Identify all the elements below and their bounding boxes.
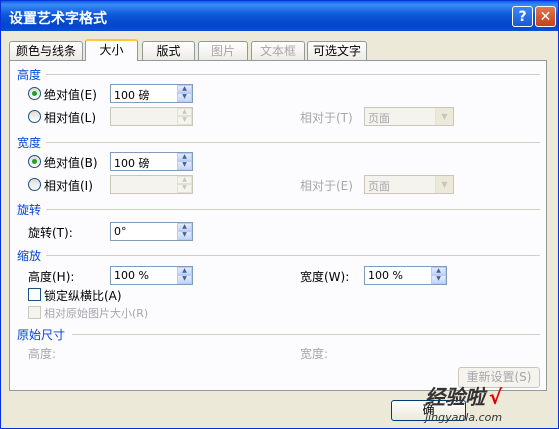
- dialog-title: 设置艺术字格式: [9, 11, 107, 27]
- rotation-input[interactable]: 0° ▲ ▼: [110, 222, 193, 241]
- width-relative-to-select: 页面 ▼: [364, 175, 454, 194]
- spin-up-icon[interactable]: ▲: [177, 153, 192, 161]
- lock-aspect-label: 锁定纵横比(A): [44, 289, 122, 303]
- spin-down-icon: ▼: [177, 116, 192, 125]
- dialog-window: 设置艺术字格式 ? ✕ 颜色与线条 大小 版式 图片 文本框 可选文字 高度 绝…: [0, 0, 559, 429]
- size-panel: 高度 绝对值(E) 100 磅 ▲ ▼ 相对值(L) ▲ ▼ 相对于(T) 页面 ▼…: [9, 60, 547, 391]
- width-relative-to-label: 相对于(E): [300, 179, 353, 193]
- width-section-title: 宽度: [17, 136, 42, 150]
- height-relative-label: 相对值(L): [44, 111, 97, 125]
- spin-down-icon[interactable]: ▼: [177, 93, 192, 102]
- close-button[interactable]: ✕: [535, 6, 556, 27]
- scale-height-label: 高度(H):: [28, 270, 75, 284]
- width-relative-label: 相对值(I): [44, 179, 93, 193]
- width-absolute-radio[interactable]: [28, 155, 41, 168]
- height-relative-radio[interactable]: [28, 110, 41, 123]
- divider: [46, 142, 540, 143]
- height-relative-to-value: 页面: [368, 112, 390, 125]
- width-relative-radio[interactable]: [28, 178, 41, 191]
- spin-down-icon[interactable]: ▼: [431, 275, 446, 284]
- width-relative-input: ▲ ▼: [110, 175, 193, 194]
- watermark: 经验啦 √ jingyanla.com: [425, 381, 502, 424]
- height-relative-to-select: 页面 ▼: [364, 107, 454, 126]
- title-bar: 设置艺术字格式 ? ✕: [1, 1, 558, 31]
- relative-original-label: 相对原始图片大小(R): [44, 307, 149, 320]
- tab-layout[interactable]: 版式: [142, 41, 195, 60]
- height-section-title: 高度: [17, 68, 42, 82]
- check-mark-icon: √: [488, 385, 503, 409]
- spin-down-icon: ▼: [177, 184, 192, 193]
- spin-up-icon: ▲: [177, 108, 192, 116]
- scale-width-label: 宽度(W):: [300, 270, 350, 284]
- help-button[interactable]: ?: [512, 6, 533, 27]
- tab-colors-lines[interactable]: 颜色与线条: [9, 41, 83, 60]
- original-height-label: 高度:: [28, 347, 57, 361]
- scale-width-value: 100 %: [368, 269, 403, 282]
- watermark-url: jingyanla.com: [425, 411, 503, 424]
- spin-up-icon[interactable]: ▲: [177, 267, 192, 275]
- chevron-down-icon: ▼: [435, 176, 453, 193]
- width-absolute-label: 绝对值(B): [44, 156, 98, 170]
- spin-down-icon[interactable]: ▼: [177, 161, 192, 170]
- chevron-down-icon: ▼: [435, 108, 453, 125]
- width-absolute-input[interactable]: 100 磅 ▲ ▼: [110, 152, 193, 171]
- spin-down-icon[interactable]: ▼: [177, 231, 192, 240]
- spin-up-icon[interactable]: ▲: [431, 267, 446, 275]
- spin-up-icon[interactable]: ▲: [177, 223, 192, 231]
- rotation-section-title: 旋转: [17, 203, 42, 217]
- scale-width-input[interactable]: 100 % ▲ ▼: [364, 266, 447, 285]
- rotation-label: 旋转(T):: [28, 226, 73, 240]
- tab-alt-text[interactable]: 可选文字: [307, 41, 367, 60]
- height-relative-to-label: 相对于(T): [300, 111, 353, 125]
- height-absolute-radio[interactable]: [28, 87, 41, 100]
- original-size-section-title: 原始尺寸: [17, 328, 66, 342]
- divider: [46, 255, 540, 256]
- tab-size[interactable]: 大小: [85, 39, 138, 61]
- height-absolute-input[interactable]: 100 磅 ▲ ▼: [110, 84, 193, 103]
- height-relative-input: ▲ ▼: [110, 107, 193, 126]
- height-absolute-value: 100 磅: [114, 89, 150, 102]
- lock-aspect-checkbox[interactable]: [28, 288, 41, 301]
- height-absolute-label: 绝对值(E): [44, 88, 97, 102]
- tab-picture: 图片: [198, 41, 248, 60]
- spin-down-icon[interactable]: ▼: [177, 275, 192, 284]
- scale-section-title: 缩放: [17, 249, 42, 263]
- spin-up-icon[interactable]: ▲: [177, 85, 192, 93]
- relative-original-checkbox: [28, 306, 41, 319]
- spin-up-icon: ▲: [177, 176, 192, 184]
- tab-textbox: 文本框: [251, 41, 305, 60]
- scale-height-input[interactable]: 100 % ▲ ▼: [110, 266, 193, 285]
- scale-height-value: 100 %: [114, 269, 149, 282]
- width-relative-to-value: 页面: [368, 180, 390, 193]
- divider: [46, 209, 540, 210]
- rotation-value: 0°: [114, 225, 127, 238]
- original-width-label: 宽度:: [300, 347, 329, 361]
- watermark-text: 经验啦: [425, 385, 485, 409]
- width-absolute-value: 100 磅: [114, 157, 150, 170]
- divider: [72, 334, 540, 335]
- divider: [46, 74, 540, 75]
